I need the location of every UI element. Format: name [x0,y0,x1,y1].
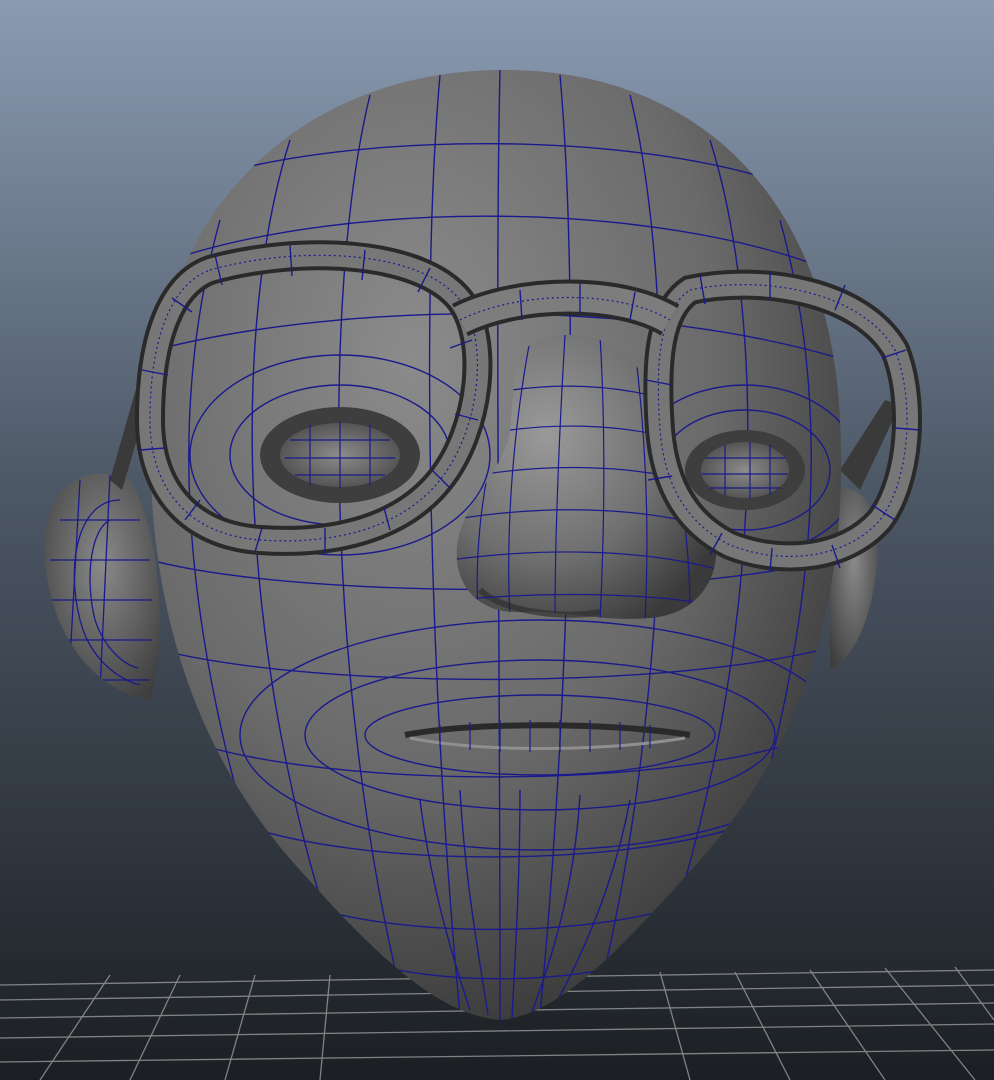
left-eye [260,407,420,503]
3d-viewport[interactable] [0,0,994,1080]
right-eye [685,430,805,510]
